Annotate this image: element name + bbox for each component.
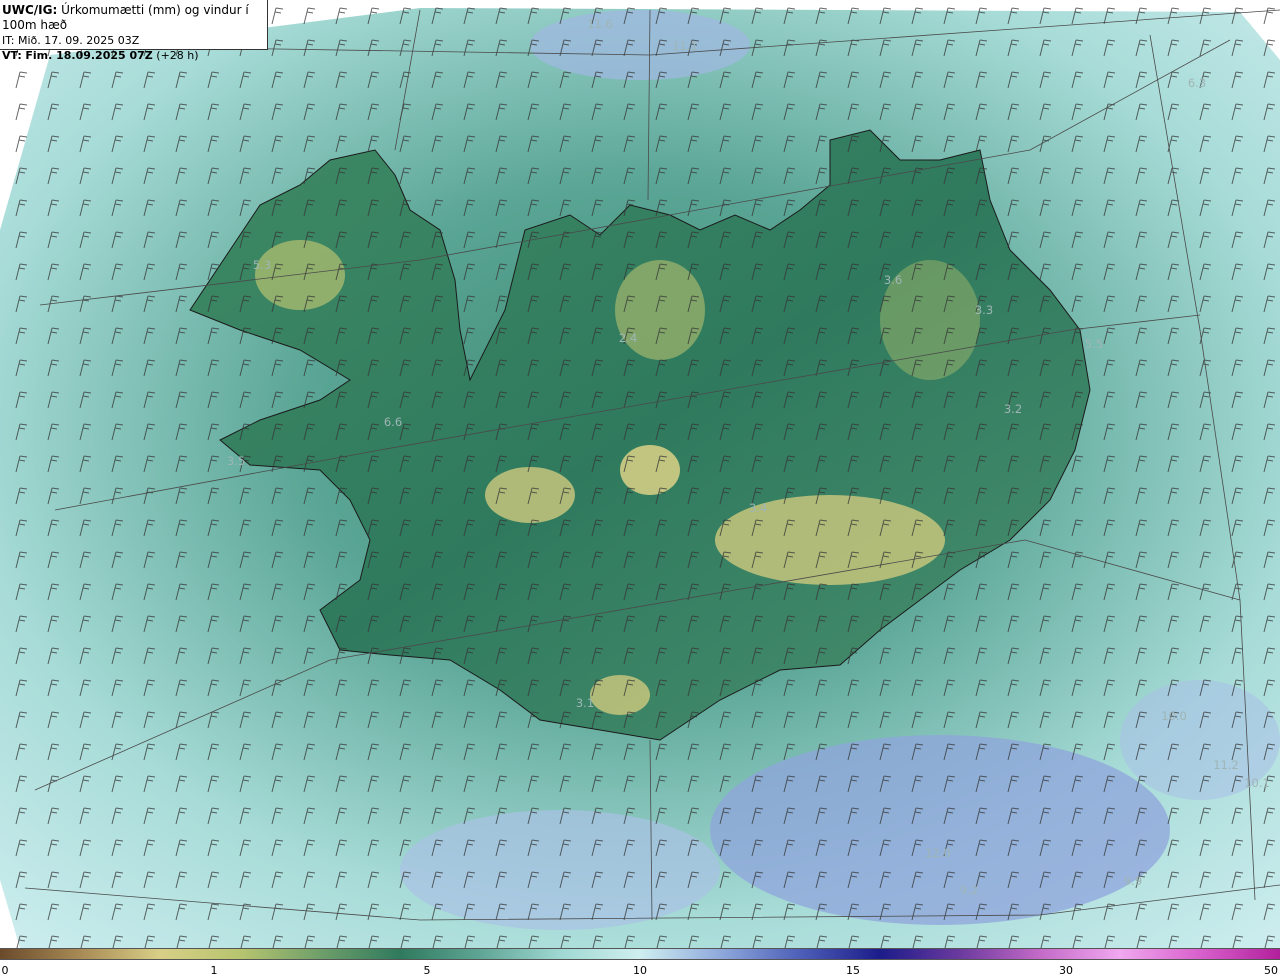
value-label: 3.2 [1003, 402, 1023, 416]
map-title-box: UWC/IG: Úrkomumætti (mm) og vindur í 100… [0, 0, 268, 62]
value-label: 6.6 [383, 415, 403, 429]
colorbar-tick-label: 50 [1264, 964, 1278, 977]
valid-time: Fim. 18.09.2025 07Z [25, 49, 153, 62]
colorbar-tick-label: 30 [1059, 964, 1073, 977]
init-time: IT: Mið. 17. 09. 2025 03Z [2, 34, 140, 47]
value-label: 3.4 [748, 501, 768, 515]
colorbar-tick-label: 15 [846, 964, 860, 977]
value-label: 9.9 [1123, 874, 1143, 888]
lead-time: (+28 h) [156, 49, 199, 62]
colorbar-tick-label: 10 [633, 964, 647, 977]
value-label: 11.1 [672, 39, 698, 53]
value-label: 5.5 [1084, 337, 1104, 351]
map-panel: UWC/IG: Úrkomumætti (mm) og vindur í 100… [0, 0, 1280, 948]
colorbar-tick-label: 0 [1, 964, 9, 977]
value-label: 10.1 [1244, 776, 1270, 790]
precipitation-colorbar [0, 948, 1280, 960]
value-label: 3.3 [974, 303, 994, 317]
value-label: 5.3 [252, 258, 272, 272]
value-label: 3.5 [226, 454, 246, 468]
valid-time-label: VT: [2, 49, 22, 62]
value-label: 6.3 [1187, 76, 1207, 90]
value-label: 2.4 [618, 331, 638, 345]
value-label: 12.0 [925, 846, 951, 860]
value-label: 11.2 [1213, 758, 1239, 772]
value-label: 10.0 [1161, 709, 1187, 723]
colorbar-tick-label: 5 [423, 964, 431, 977]
product-code: UWC/IG: [2, 3, 58, 17]
map-canvas [0, 0, 1280, 948]
value-label: 11.6 [587, 17, 613, 31]
value-label: 9.2 [959, 883, 979, 897]
value-label: 3.1 [575, 696, 595, 710]
value-label: 3.6 [883, 273, 903, 287]
colorbar-tick-label: 1 [210, 964, 218, 977]
wind-barbs [0, 0, 1280, 948]
